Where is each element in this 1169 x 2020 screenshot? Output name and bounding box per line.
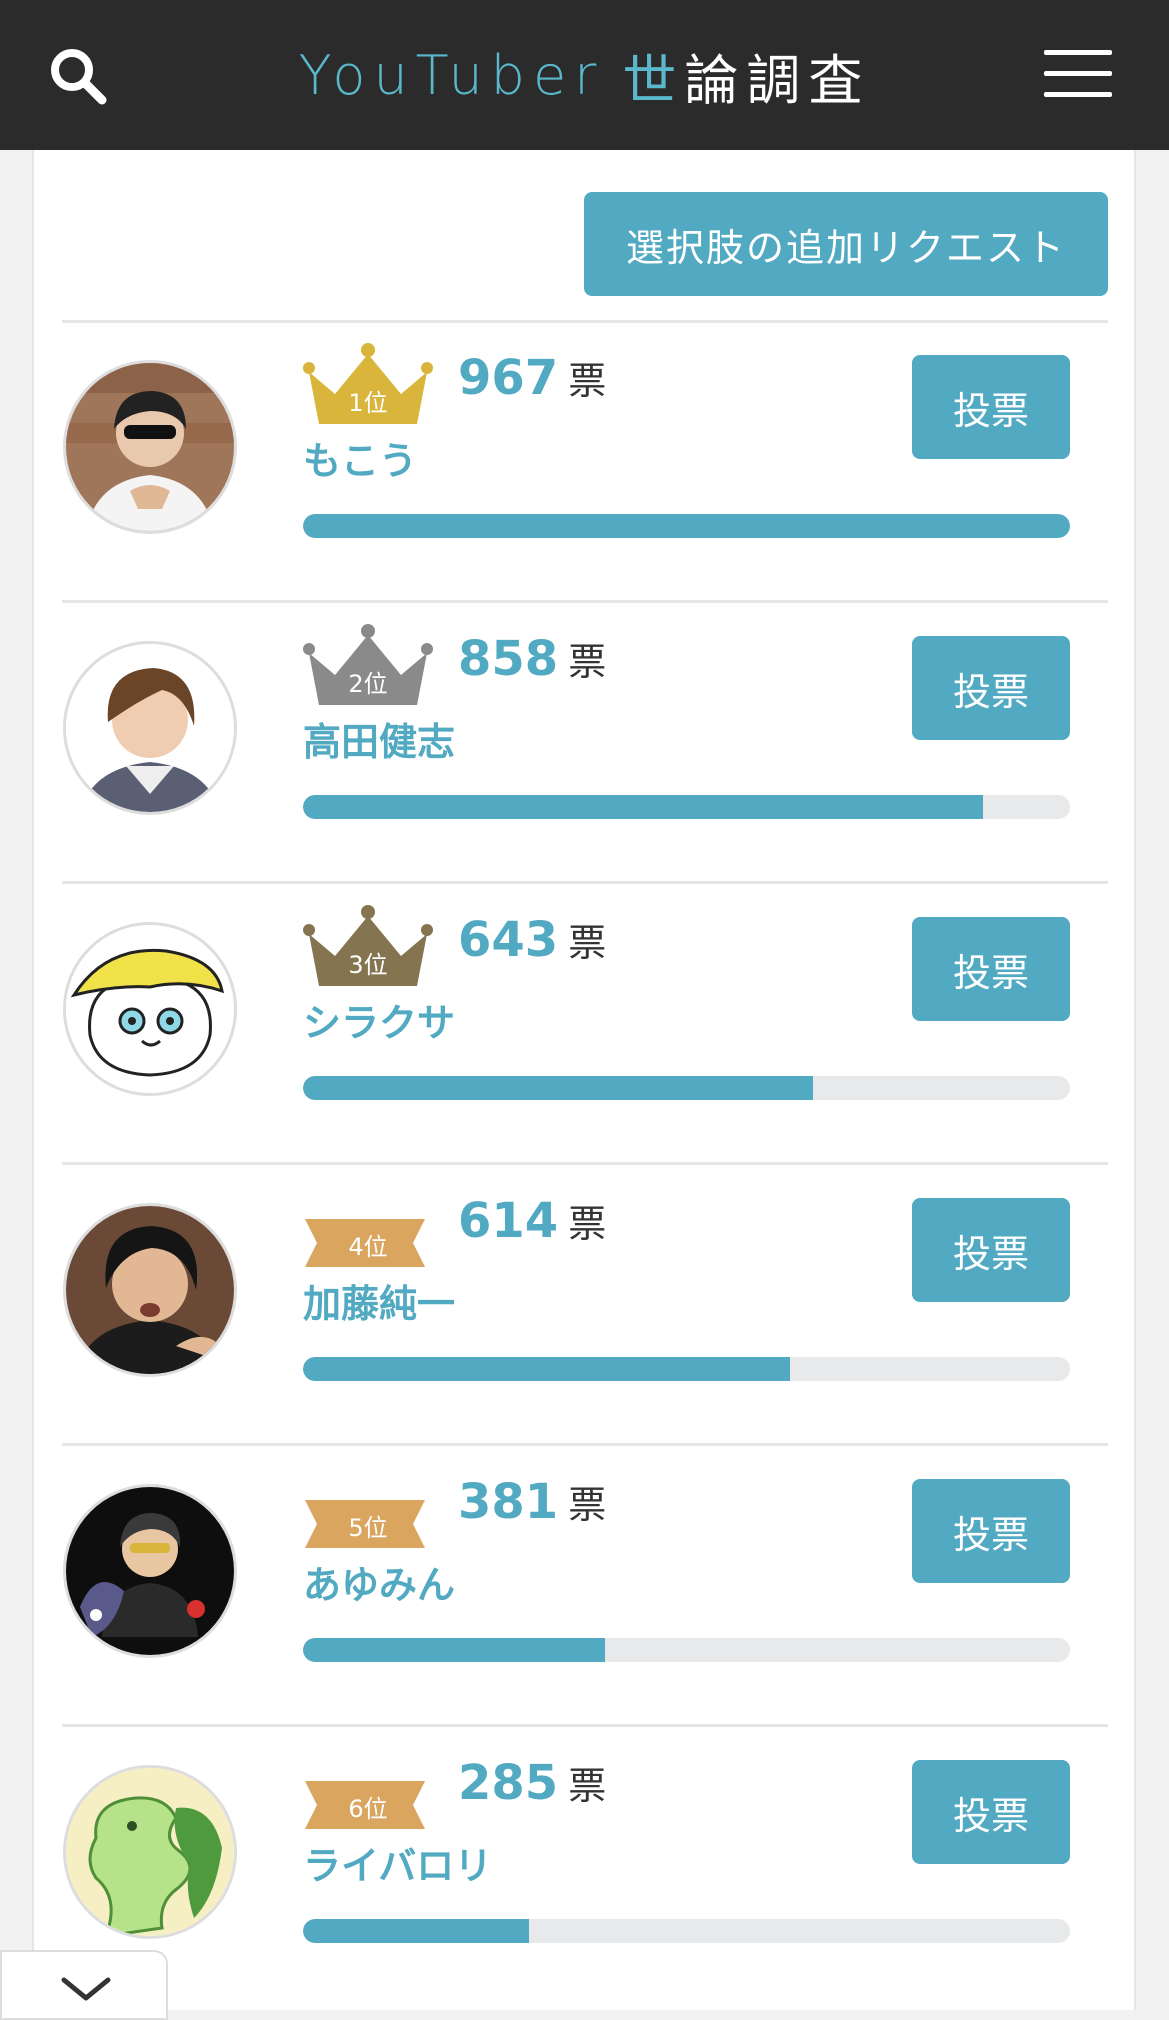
logo-kanji-accent: 世 [622,48,685,112]
rank-badge: 4位 [303,1185,433,1269]
hamburger-menu-button[interactable] [1044,50,1112,98]
vote-share-bar [303,1357,1070,1381]
vote-total: 858 票 [458,631,606,687]
avatar[interactable] [63,1484,237,1658]
vote-share-fill [303,1076,814,1100]
vote-button[interactable]: 投票 [912,1198,1070,1302]
candidate-name[interactable]: ライバロリ [303,1835,492,1890]
candidate-row: 4位 614 票 加藤純一 投票 [0,1165,1169,1446]
vote-total: 285 票 [458,1755,606,1811]
avatar[interactable] [63,1203,237,1377]
vote-count: 614 [458,1193,559,1249]
avatar[interactable] [63,1765,237,1939]
vote-count: 381 [458,1474,559,1530]
rank-label: 2位 [348,670,388,698]
site-logo[interactable]: YouTuber 世 論調査 [0,0,1169,150]
rank-badge: 2位 [303,623,433,707]
vote-unit: 票 [568,1764,607,1808]
vote-button[interactable]: 投票 [912,1479,1070,1583]
vote-unit: 票 [568,1483,607,1527]
vote-count: 285 [458,1755,559,1811]
vote-share-fill [303,1638,606,1662]
vote-total: 614 票 [458,1193,606,1249]
candidate-name[interactable]: もこう [303,430,417,485]
vote-count: 643 [458,912,559,968]
menu-line [1044,71,1112,76]
chevron-down-icon [61,1977,111,2001]
logo-kanji-rest: 論調査 [684,48,871,112]
vote-share-fill [303,795,984,819]
menu-line [1044,92,1112,97]
candidate-name[interactable]: あゆみん [303,1554,455,1609]
hamburger-menu-icon [1044,50,1112,55]
candidate-row: 3位 643 票 シラクサ 投票 [0,884,1169,1165]
vote-share-bar [303,1076,1070,1100]
rank-badge: 3位 [303,904,433,988]
top-bar: YouTuber 世 論調査 [0,0,1169,150]
vote-count: 858 [458,631,559,687]
avatar[interactable] [63,641,237,815]
vote-total: 643 票 [458,912,606,968]
rank-label: 3位 [348,951,388,979]
candidate-row: 6位 285 票 ライバロリ 投票 [0,1727,1169,2008]
rank-label: 5位 [348,1514,388,1542]
vote-unit: 票 [568,921,607,965]
vote-share-fill [303,1919,530,1943]
vote-unit: 票 [568,640,607,684]
vote-share-bar [303,1638,1070,1662]
rank-label: 1位 [348,389,388,417]
candidate-row: 2位 858 票 高田健志 投票 [0,603,1169,884]
vote-total: 381 票 [458,1474,606,1530]
rank-badge: 5位 [303,1466,433,1550]
avatar[interactable] [63,360,237,534]
vote-share-bar [303,795,1070,819]
vote-share-bar [303,514,1070,538]
vote-share-bar [303,1919,1070,1943]
vote-button[interactable]: 投票 [912,636,1070,740]
logo-latin: YouTuber [298,43,605,107]
candidate-name[interactable]: 加藤純一 [303,1273,455,1328]
vote-button[interactable]: 投票 [912,355,1070,459]
candidate-name[interactable]: 高田健志 [303,711,455,766]
add-option-request-button[interactable]: 選択肢の追加リクエスト [584,192,1108,296]
candidate-row: 1位 967 票 もこう 投票 [0,322,1169,603]
rank-label: 4位 [348,1233,388,1261]
candidate-name[interactable]: シラクサ [303,992,455,1047]
vote-button[interactable]: 投票 [912,917,1070,1021]
vote-unit: 票 [568,1202,607,1246]
avatar[interactable] [63,922,237,1096]
vote-share-fill [303,514,1070,538]
rank-badge: 1位 [303,342,433,426]
vote-count: 967 [458,350,559,406]
vote-total: 967 票 [458,350,606,406]
vote-button[interactable]: 投票 [912,1760,1070,1864]
rank-badge: 6位 [303,1747,433,1831]
candidate-row: 5位 381 票 あゆみん 投票 [0,1446,1169,1727]
vote-unit: 票 [568,359,607,403]
rank-label: 6位 [348,1795,388,1823]
vote-share-fill [303,1357,791,1381]
